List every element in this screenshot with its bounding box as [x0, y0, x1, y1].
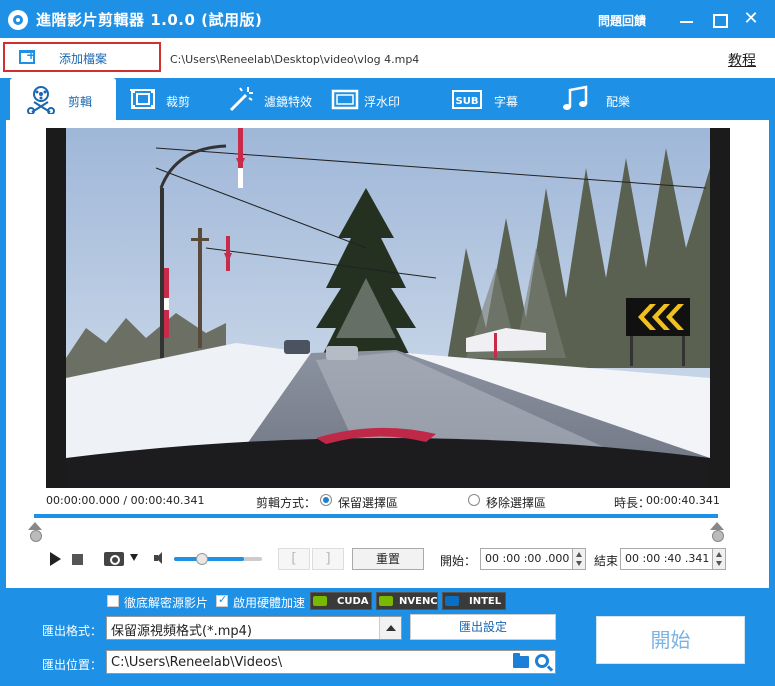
current-time: 00:00:00.000 — [46, 494, 120, 507]
maximize-button[interactable] — [708, 8, 730, 30]
intel-badge-text: INTEL — [469, 596, 502, 607]
title-bar: 進階影片剪輯器 1.0.0 (試用版) 問題回饋 ✕ — [0, 0, 775, 38]
tab-music[interactable]: 配樂 — [560, 78, 650, 120]
export-format-select[interactable]: 保留源視頻格式(*.mp4) — [106, 616, 402, 640]
keep-selection-radio[interactable] — [320, 494, 332, 506]
nvidia-logo-icon — [379, 596, 393, 606]
tab-filter-label: 濾鏡特效 — [264, 95, 313, 109]
start-button[interactable]: 開始 — [596, 616, 745, 664]
duration-label: 時長： — [614, 496, 651, 510]
add-file-icon — [19, 48, 36, 64]
music-note-icon — [563, 85, 588, 110]
app-logo-icon — [8, 10, 28, 30]
file-path: C:\Users\Reneelab\Desktop\video\vlog 4.m… — [170, 53, 420, 66]
tab-bar: 剪輯 裁剪 濾鏡特效 浮水印 SUB 字幕 配樂 — [0, 78, 775, 120]
scissors-reel-icon — [27, 86, 55, 114]
intel-logo-icon — [445, 596, 459, 606]
decrypt-source-checkbox[interactable] — [107, 595, 119, 607]
output-location-value: C:\Users\Reneelab\Videos\ — [111, 655, 283, 670]
tab-crop[interactable]: 裁剪 — [128, 78, 228, 120]
file-bar: 添加檔案 C:\Users\Reneelab\Desktop\video\vlo… — [0, 38, 775, 78]
output-location-input[interactable]: C:\Users\Reneelab\Videos\ — [106, 650, 556, 674]
close-button[interactable]: ✕ — [740, 8, 762, 30]
video-frame-image — [66, 128, 710, 488]
remove-selection-label[interactable]: 移除選擇區 — [486, 494, 546, 511]
nvenc-badge-text: NVENC — [399, 596, 438, 607]
mark-out-button[interactable]: ] — [312, 548, 344, 570]
tab-crop-label: 裁剪 — [166, 95, 191, 109]
timeline-start-handle[interactable] — [28, 522, 42, 542]
volume-fill — [174, 557, 245, 561]
tab-filter[interactable]: 濾鏡特效 — [226, 78, 326, 120]
subtitle-icon: SUB — [452, 90, 482, 109]
end-time-spinner[interactable] — [712, 548, 726, 570]
export-format-value: 保留源視頻格式(*.mp4) — [111, 624, 252, 639]
keep-selection-label[interactable]: 保留選擇區 — [338, 494, 398, 511]
stop-button[interactable] — [72, 554, 83, 565]
output-location-label: 匯出位置： — [42, 658, 103, 672]
volume-slider[interactable] — [174, 553, 262, 565]
tab-watermark-label: 浮水印 — [364, 95, 401, 109]
timeline-end-handle[interactable] — [710, 522, 724, 542]
tab-subtitle-label: 字幕 — [494, 95, 519, 109]
subtitle-icon-text: SUB — [456, 96, 479, 107]
video-preview[interactable] — [46, 128, 730, 488]
start-time-input[interactable]: 00 :00 :00 .000 — [480, 548, 586, 570]
volume-knob[interactable] — [196, 553, 209, 565]
cuda-badge-text: CUDA — [337, 596, 369, 607]
hardware-accel-label[interactable]: 啟用硬體加速 — [233, 594, 305, 611]
window-title: 進階影片剪輯器 1.0.0 (試用版) — [36, 11, 263, 29]
tutorial-link[interactable]: 教程 — [728, 50, 756, 70]
tab-edit[interactable]: 剪輯 — [10, 78, 116, 120]
play-button[interactable] — [50, 552, 61, 566]
watermark-frame-icon — [331, 89, 359, 110]
tab-subtitle[interactable]: SUB 字幕 — [452, 78, 542, 120]
total-time: 00:00:40.341 — [130, 494, 205, 507]
volume-icon[interactable] — [154, 551, 168, 565]
cuda-badge: CUDA — [310, 592, 372, 610]
export-settings-button[interactable]: 匯出設定 — [410, 614, 556, 640]
feedback-link[interactable]: 問題回饋 — [598, 12, 646, 29]
tab-edit-label: 剪輯 — [68, 95, 93, 109]
time-readout: 00:00:00.000 / 00:00:40.341 — [46, 494, 205, 507]
hardware-accel-checkbox[interactable] — [216, 593, 228, 607]
intel-badge: INTEL — [442, 592, 506, 610]
tab-music-label: 配樂 — [606, 95, 631, 109]
minimize-button[interactable] — [676, 8, 698, 30]
timeline-track[interactable] — [34, 514, 718, 518]
start-time-spinner[interactable] — [572, 548, 586, 570]
add-file-label: 添加檔案 — [59, 52, 108, 66]
mark-in-button[interactable]: [ — [278, 548, 310, 570]
camera-icon[interactable] — [104, 548, 126, 566]
edit-mode-label: 剪輯方式： — [256, 496, 317, 510]
magic-wand-icon — [229, 87, 253, 112]
tab-watermark[interactable]: 浮水印 — [330, 78, 420, 120]
snapshot-dropdown-icon[interactable] — [130, 554, 138, 561]
crop-filmstrip-icon — [130, 89, 155, 109]
dropdown-arrow-icon[interactable] — [379, 617, 401, 639]
search-icon[interactable] — [535, 654, 549, 668]
duration-value: 00:00:40.341 — [646, 494, 720, 507]
decrypt-source-label[interactable]: 徹底解密源影片 — [124, 594, 208, 611]
remove-selection-radio[interactable] — [468, 494, 480, 506]
end-time-input[interactable]: 00 :00 :40 .341 — [620, 548, 726, 570]
edit-panel: 00:00:00.000 / 00:00:40.341 剪輯方式： 保留選擇區 … — [6, 120, 769, 588]
time-separator: / — [123, 494, 128, 507]
add-file-button[interactable]: 添加檔案 — [3, 42, 161, 72]
export-format-label: 匯出格式： — [42, 624, 103, 638]
reset-button[interactable]: 重置 — [352, 548, 424, 570]
start-time-label: 開始： — [440, 554, 477, 568]
nvenc-badge: NVENC — [376, 592, 438, 610]
nvidia-logo-icon — [313, 596, 327, 606]
folder-icon[interactable] — [513, 653, 529, 668]
